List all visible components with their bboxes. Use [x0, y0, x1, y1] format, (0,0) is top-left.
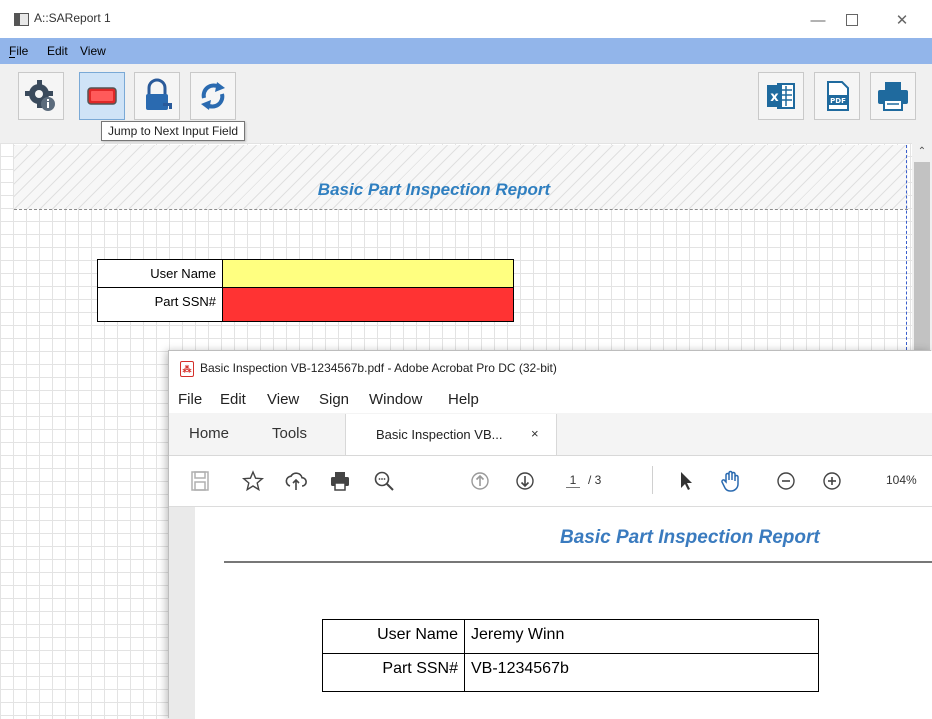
pdf-report-title: Basic Part Inspection Report — [560, 527, 820, 548]
next-input-field-icon — [87, 87, 117, 105]
save-button[interactable] — [187, 468, 213, 494]
report-title[interactable]: Basic Part Inspection Report — [0, 180, 868, 200]
scrollbar-thumb[interactable] — [914, 162, 930, 352]
tab-document-label: Basic Inspection VB... — [376, 427, 503, 442]
acrobat-menu-help[interactable]: Help — [448, 391, 479, 408]
minus-circle-icon — [777, 472, 795, 490]
save-icon — [191, 471, 209, 491]
minimize-button[interactable]: — — [800, 8, 836, 32]
acrobat-menu-window[interactable]: Window — [369, 391, 422, 408]
acrobat-menu-file[interactable]: File — [178, 391, 202, 408]
page-number-input[interactable]: 1 — [566, 473, 580, 488]
user-name-field[interactable] — [222, 259, 514, 288]
tab-close-button[interactable]: × — [531, 426, 539, 441]
arrow-up-circle-icon — [471, 472, 489, 490]
bookmark-star-button[interactable] — [240, 468, 266, 494]
tab-tools[interactable]: Tools — [272, 425, 307, 442]
pdf-part-ssn-value: VB-1234567b — [464, 653, 819, 692]
refresh-icon — [201, 82, 225, 110]
pdf-user-name-value: Jeremy Winn — [464, 619, 819, 654]
scroll-up-icon[interactable]: ⌃ — [912, 143, 932, 161]
zoom-level[interactable]: 104% — [886, 473, 917, 487]
prev-page-button[interactable] — [467, 468, 493, 494]
part-ssn-label: Part SSN# — [97, 287, 223, 322]
excel-export-icon: x — [767, 83, 795, 109]
maximize-button[interactable] — [834, 8, 870, 32]
refresh-button[interactable] — [190, 72, 236, 120]
select-tool-button[interactable] — [673, 468, 699, 494]
settings-info-button[interactable] — [18, 72, 64, 120]
next-page-button[interactable] — [512, 468, 538, 494]
close-icon: ✕ — [895, 12, 909, 29]
star-icon — [242, 470, 264, 492]
acrobat-window-title: Basic Inspection VB-1234567b.pdf - Adobe… — [200, 361, 557, 375]
acrobat-left-panel — [169, 507, 195, 719]
pdf-title-rule — [224, 561, 932, 563]
upload-cloud-button[interactable] — [283, 468, 309, 494]
sa-titlebar — [0, 0, 932, 38]
print-file-button[interactable] — [327, 468, 353, 494]
menubar — [0, 38, 932, 64]
menu-view[interactable]: View — [80, 44, 106, 58]
arrow-down-circle-icon — [516, 472, 534, 490]
tooltip: Jump to Next Input Field — [101, 121, 246, 141]
pointer-arrow-icon — [681, 472, 692, 490]
pdf-user-name-label: User Name — [322, 619, 465, 654]
next-input-field-button[interactable] — [79, 72, 125, 120]
svg-text:x: x — [770, 90, 779, 105]
menu-edit[interactable]: Edit — [47, 44, 68, 58]
acrobat-menu-view[interactable]: View — [267, 391, 299, 408]
acrobat-menu-edit[interactable]: Edit — [220, 391, 246, 408]
close-button[interactable]: ✕ — [884, 8, 920, 32]
pdf-export-icon: PDF — [827, 81, 849, 111]
magnifier-icon — [374, 471, 394, 491]
part-ssn-field[interactable] — [222, 287, 514, 322]
plus-circle-icon — [823, 472, 841, 490]
user-name-label: User Name — [97, 259, 223, 288]
print-icon — [878, 82, 908, 111]
lock-key-icon — [146, 78, 172, 110]
menu-accelerator-underline — [9, 57, 15, 58]
page-total: / 3 — [588, 473, 602, 487]
tab-home[interactable]: Home — [189, 425, 229, 442]
pdf-export-button[interactable]: PDF — [814, 72, 860, 120]
band-divider — [14, 209, 908, 210]
app-icon — [14, 13, 29, 26]
minimize-icon: — — [810, 11, 826, 29]
page-margin-line — [906, 145, 907, 350]
lock-key-button[interactable] — [134, 72, 180, 120]
hand-tool-button[interactable] — [718, 468, 744, 494]
hand-icon — [721, 470, 739, 492]
zoom-out-button[interactable] — [773, 468, 799, 494]
print-button[interactable] — [870, 72, 916, 120]
toolbar-separator — [652, 466, 653, 494]
acrobat-menu-sign[interactable]: Sign — [319, 391, 349, 408]
zoom-search-button[interactable] — [371, 468, 397, 494]
pdf-part-ssn-label: Part SSN# — [322, 653, 465, 692]
settings-info-icon — [25, 80, 55, 111]
menu-file[interactable]: File — [9, 44, 28, 58]
maximize-icon — [846, 14, 858, 26]
excel-export-button[interactable]: x — [758, 72, 804, 120]
window-title: A::SAReport 1 — [34, 11, 111, 25]
cloud-upload-icon — [285, 472, 307, 490]
printer-icon — [331, 472, 349, 491]
acrobat-app-icon: ⁂ — [180, 361, 194, 377]
zoom-in-button[interactable] — [819, 468, 845, 494]
svg-text:PDF: PDF — [830, 97, 846, 105]
